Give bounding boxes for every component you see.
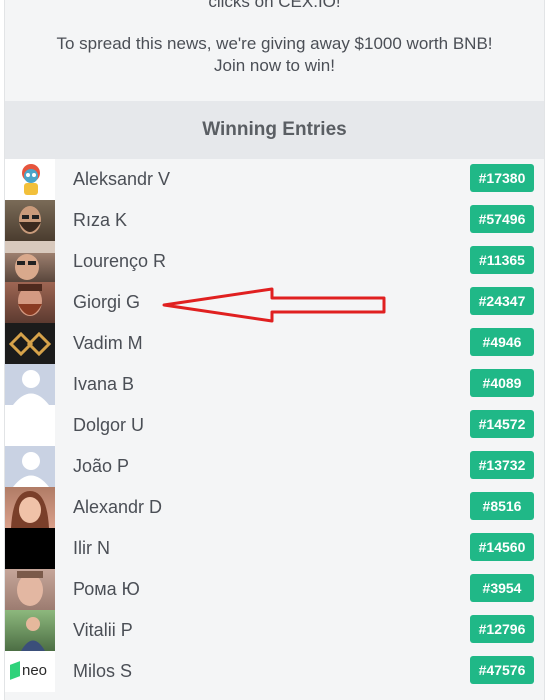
entry-number-badge: #3954 — [470, 574, 534, 602]
intro-line-2: To spread this news, we're giving away $… — [56, 34, 493, 75]
intro-line-1: clicks on CEX.IO! — [208, 0, 341, 11]
neo-logo-avatar: neo — [5, 651, 55, 692]
winner-name: Rıza K — [73, 210, 128, 230]
winner-row: João P #13732 — [5, 446, 544, 487]
winner-name: Ilir N — [73, 538, 110, 558]
winner-row: Lourenço R #11365 — [5, 241, 544, 282]
winning-entries-title: Winning Entries — [202, 119, 347, 140]
entry-number-badge: #4946 — [470, 328, 534, 356]
winner-row: Vitalii P #12796 — [5, 610, 544, 651]
winner-name: Lourenço R — [73, 251, 167, 271]
entry-number-badge: #14560 — [470, 533, 534, 561]
winner-name: Dolgor U — [73, 415, 145, 435]
winner-row: Alexandr D #8516 — [5, 487, 544, 528]
intro-text: clicks on CEX.IO! To spread this news, w… — [5, 0, 544, 77]
black-avatar — [5, 528, 55, 569]
winner-row: Ivana B #4089 — [5, 364, 544, 405]
toy-figure-avatar — [5, 159, 55, 200]
face-avatar — [5, 569, 55, 610]
winner-row: Aleksandr V #17380 — [5, 159, 544, 200]
entry-number-badge: #57496 — [470, 205, 534, 233]
winner-name: Рома Ю — [73, 579, 140, 599]
winner-row: Рома Ю #3954 — [5, 569, 544, 610]
entry-number-badge: #47576 — [470, 656, 534, 684]
neo-mark-icon — [10, 661, 20, 680]
winner-name: Vadim M — [73, 333, 143, 353]
giveaway-widget: clicks on CEX.IO! To spread this news, w… — [4, 0, 545, 700]
winner-row: Ilir N #14560 — [5, 528, 544, 569]
blank-avatar — [5, 405, 55, 446]
winner-row: Dolgor U #14572 — [5, 405, 544, 446]
neo-logo-text: neo — [22, 662, 48, 679]
entry-number-badge: #13732 — [470, 451, 534, 479]
winner-name: Milos S — [73, 661, 133, 681]
winner-name: João P — [73, 456, 130, 476]
winning-entries-header: Winning Entries — [5, 101, 544, 159]
winner-name: Alexandr D — [73, 497, 163, 517]
entry-number-badge: #17380 — [470, 164, 534, 192]
winner-row: Vadim M #4946 — [5, 323, 544, 364]
winner-row: neo Milos S #47576 — [5, 651, 544, 692]
winner-name: Giorgi G — [73, 292, 141, 312]
winner-name: Ivana B — [73, 374, 135, 394]
red-arrow-annotation-icon — [162, 287, 386, 323]
entry-number-badge: #14572 — [470, 410, 534, 438]
woman-avatar — [5, 487, 55, 528]
entry-number-badge: #12796 — [470, 615, 534, 643]
winner-row: Rıza K #57496 — [5, 200, 544, 241]
gold-logo-avatar — [5, 323, 55, 364]
bearded-man-avatar — [5, 200, 55, 241]
default-user-avatar — [5, 364, 55, 405]
entry-number-badge: #8516 — [470, 492, 534, 520]
default-user-avatar — [5, 446, 55, 487]
red-beard-avatar — [5, 282, 55, 323]
entry-number-badge: #4089 — [470, 369, 534, 397]
entry-number-badge: #24347 — [470, 287, 534, 315]
outdoor-avatar — [5, 610, 55, 651]
winner-name: Aleksandr V — [73, 169, 171, 189]
winner-name: Vitalii P — [73, 620, 133, 640]
winners-list: Aleksandr V #17380 Rıza K #57496 Lourenç… — [5, 159, 544, 692]
entry-number-badge: #11365 — [470, 246, 534, 274]
selfie-avatar — [5, 241, 55, 282]
